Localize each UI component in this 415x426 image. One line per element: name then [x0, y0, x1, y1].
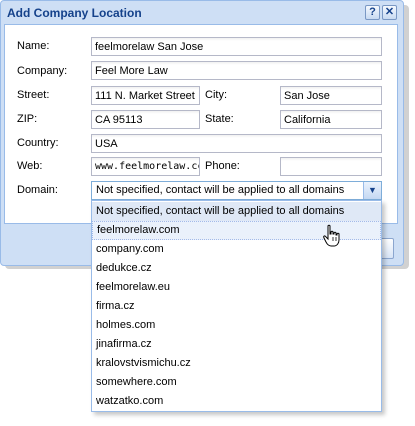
street-field[interactable]: 111 N. Market Street	[91, 86, 200, 105]
dialog-title: Add Company Location	[7, 6, 142, 20]
dropdown-option[interactable]: kralovstvismichu.cz	[92, 354, 381, 373]
dropdown-option[interactable]: firma.cz	[92, 297, 381, 316]
help-button[interactable]: ?	[365, 5, 380, 20]
domain-selected-value: Not specified, contact will be applied t…	[96, 184, 345, 196]
name-label: Name:	[17, 40, 50, 52]
hand-cursor-icon	[323, 224, 340, 247]
zip-field[interactable]: CA 95113	[91, 110, 200, 129]
close-button[interactable]: ✕	[382, 5, 397, 20]
dropdown-option[interactable]: jinafirma.cz	[92, 335, 381, 354]
dropdown-option[interactable]: watzatko.com	[92, 392, 381, 411]
dropdown-option[interactable]: feelmorelaw.eu	[92, 278, 381, 297]
chevron-down-icon[interactable]: ▼	[363, 182, 381, 199]
web-label: Web:	[17, 160, 43, 172]
company-label: Company:	[17, 65, 68, 77]
dropdown-option[interactable]: somewhere.com	[92, 373, 381, 392]
city-label: City:	[205, 89, 227, 101]
country-field[interactable]: USA	[91, 134, 382, 153]
dropdown-option[interactable]: Not specified, contact will be applied t…	[92, 202, 381, 221]
company-field[interactable]: Feel More Law	[91, 61, 382, 80]
street-label: Street:	[17, 89, 50, 101]
name-field[interactable]: feelmorelaw San Jose	[91, 37, 382, 56]
phone-field[interactable]	[280, 157, 382, 176]
state-field[interactable]: California	[280, 110, 382, 129]
web-field[interactable]: www.feelmorelaw.cc	[91, 157, 200, 176]
phone-label: Phone:	[205, 160, 240, 172]
domain-combo[interactable]: Not specified, contact will be applied t…	[91, 181, 382, 200]
city-field[interactable]: San Jose	[280, 86, 382, 105]
zip-label: ZIP:	[17, 113, 38, 125]
domain-label: Domain:	[17, 184, 58, 196]
dropdown-option[interactable]: dedukce.cz	[92, 259, 381, 278]
state-label: State:	[205, 113, 234, 125]
country-label: Country:	[17, 137, 59, 149]
dropdown-option[interactable]: holmes.com	[92, 316, 381, 335]
